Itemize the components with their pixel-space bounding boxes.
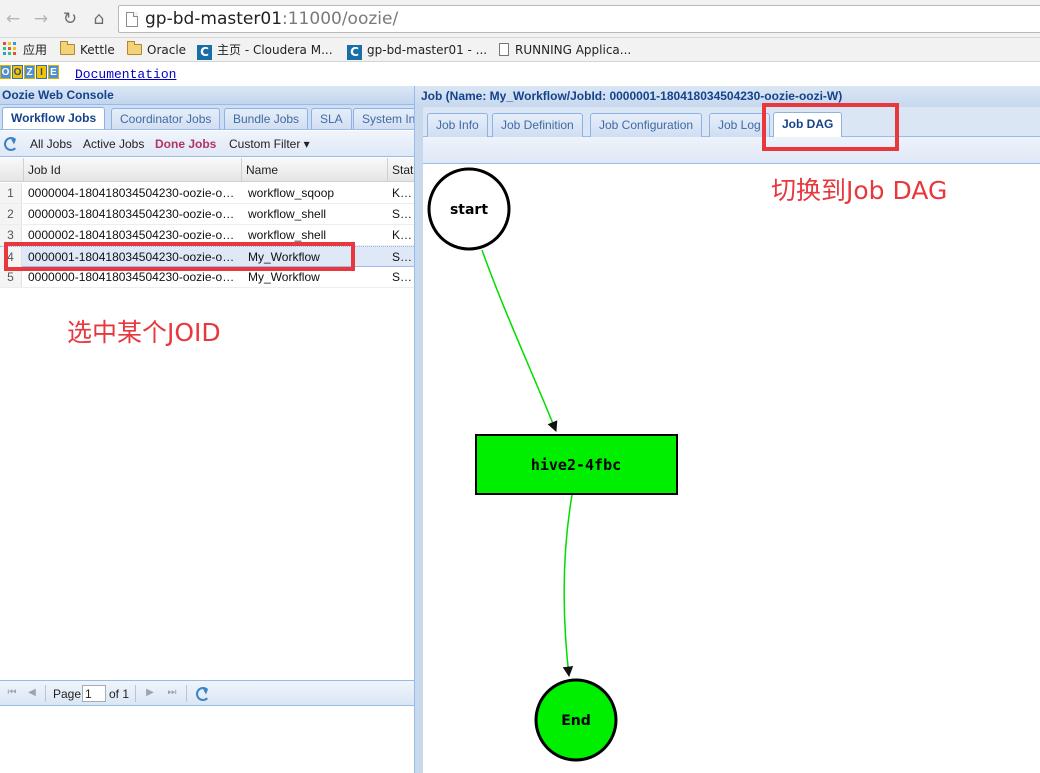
paging-toolbar: ⏮ ◀ Page of 1 ▶ ⏭	[0, 680, 414, 706]
apps-grid-icon	[3, 42, 17, 56]
dag-edge	[481, 249, 558, 432]
jobs-filter-toolbar: All Jobs Active Jobs Done Jobs Custom Fi…	[0, 131, 414, 157]
reload-icon[interactable]: ↻	[59, 8, 81, 30]
start-node-label: start	[450, 202, 488, 218]
page-label: Page	[53, 687, 82, 701]
all-jobs-button[interactable]: All Jobs	[30, 137, 72, 151]
table-row[interactable]: 2 0000003-180418034504230-oozie-oozi-W w…	[0, 204, 414, 225]
bookmark-cloudera-home[interactable]: C 主页 - Cloudera M...	[197, 41, 333, 60]
jobs-grid-header: Job Id Name Status	[0, 158, 414, 182]
bookmarks-bar: 应用 Kettle Oracle C 主页 - Cloudera M... Cgp…	[0, 38, 1040, 62]
last-page-icon[interactable]: ⏭	[165, 686, 179, 700]
job-id-cell: 0000003-180418034504230-oozie-oozi-W	[28, 207, 240, 221]
pager-separator	[45, 685, 46, 702]
status-column-header[interactable]: Status	[388, 158, 414, 182]
oozie-logo: O O Z I E	[0, 65, 60, 80]
page-count-label: of 1	[109, 687, 130, 701]
jobs-grid-body: 1 0000004-180418034504230-oozie-oozi-W w…	[0, 183, 414, 288]
tab-job-log[interactable]: Job Log	[709, 113, 770, 137]
bookmark-running-applications[interactable]: RUNNING Applica...	[499, 41, 631, 59]
refresh-icon[interactable]	[4, 137, 18, 151]
job-name-cell: workflow_shell	[248, 207, 327, 221]
tab-bundle-jobs[interactable]: Bundle Jobs	[224, 108, 309, 129]
first-page-icon[interactable]: ⏮	[5, 686, 19, 700]
browser-window: ← → ↻ ⌂ gp-bd-master01:11000/oozie/ 应用 K…	[0, 0, 1040, 773]
bookmark-kettle[interactable]: Kettle	[60, 41, 115, 59]
dag-edge	[562, 494, 574, 678]
pager-separator	[186, 685, 187, 702]
job-tab-toolbar	[423, 137, 1040, 164]
annotation-select-job: 选中某个JOID	[67, 318, 221, 347]
cloudera-icon: C	[347, 45, 362, 60]
bookmark-gp-bd-master01[interactable]: Cgp-bd-master01 - ...	[347, 41, 487, 60]
browser-toolbar: ← → ↻ ⌂ gp-bd-master01:11000/oozie/	[0, 0, 1040, 38]
dag-node-end[interactable]: End	[534, 678, 618, 762]
row-number: 2	[0, 204, 22, 224]
tab-system-info[interactable]: System Info	[353, 108, 414, 129]
tab-sla[interactable]: SLA	[311, 108, 352, 129]
back-arrow-icon[interactable]: ←	[2, 8, 24, 30]
end-node-label: End	[561, 713, 591, 729]
page-icon	[499, 43, 509, 56]
hive2-node-label: hive2-4fbc	[531, 456, 621, 474]
page-icon	[126, 12, 138, 27]
folder-icon	[127, 41, 142, 55]
job-id-cell: 0000004-180418034504230-oozie-oozi-W	[28, 186, 240, 200]
logo-letter: I	[36, 65, 47, 79]
logo-letter: E	[48, 65, 59, 79]
row-number-header	[0, 158, 24, 182]
tab-workflow-jobs[interactable]: Workflow Jobs	[2, 107, 106, 129]
oozie-web-console-panel: Oozie Web Console Workflow Jobs Coordina…	[0, 86, 414, 773]
job-dag-canvas: start hive2-4fbc End	[423, 164, 1040, 773]
logo-letter: O	[12, 65, 23, 79]
job-name-cell: workflow_sqoop	[248, 186, 335, 200]
bookmark-apps[interactable]: 应用	[3, 41, 47, 59]
dag-graph: start hive2-4fbc End	[427, 167, 678, 762]
pager-separator	[135, 685, 136, 702]
job-status-cell: KILLED	[392, 228, 414, 242]
next-page-icon[interactable]: ▶	[143, 686, 157, 700]
done-jobs-button[interactable]: Done Jobs	[155, 137, 216, 151]
tab-coordinator-jobs[interactable]: Coordinator Jobs	[111, 108, 221, 129]
home-icon[interactable]: ⌂	[88, 8, 110, 30]
bookmark-oracle[interactable]: Oracle	[127, 41, 186, 59]
prev-page-icon[interactable]: ◀	[25, 686, 39, 700]
dag-node-start[interactable]: start	[427, 167, 511, 251]
dag-node-hive2[interactable]: hive2-4fbc	[475, 434, 678, 495]
page-number-input[interactable]	[82, 685, 106, 702]
name-column-header[interactable]: Name	[242, 158, 388, 182]
documentation-link[interactable]: Documentation	[75, 67, 176, 82]
annotation-switch-dag: 切换到Job DAG	[771, 176, 948, 205]
forward-arrow-icon[interactable]: →	[30, 8, 52, 30]
address-bar[interactable]: gp-bd-master01:11000/oozie/	[118, 5, 1040, 33]
url-text: gp-bd-master01:11000/oozie/	[145, 9, 399, 29]
job-status-cell: SUCCEEDED	[392, 207, 414, 221]
job-status-cell: SUCCEEDED	[392, 270, 414, 284]
job-window-title[interactable]: Job (Name: My_Workflow/JobId: 0000001-18…	[415, 86, 1040, 107]
cloudera-icon: C	[197, 45, 212, 60]
table-row[interactable]: 1 0000004-180418034504230-oozie-oozi-W w…	[0, 183, 414, 204]
job-tabs: Job Info Job Definition Job Configuratio…	[423, 107, 1040, 137]
selection-highlight-box	[4, 242, 355, 271]
job-status-cell: KILLED	[392, 186, 414, 200]
logo-letter: O	[0, 65, 11, 79]
tab-job-configuration[interactable]: Job Configuration	[590, 113, 703, 137]
row-number: 1	[0, 183, 22, 203]
job-status-cell: SUCCEEDED	[392, 250, 414, 264]
folder-icon	[60, 41, 75, 55]
tab-highlight-box	[762, 103, 899, 151]
active-jobs-button[interactable]: Active Jobs	[83, 137, 144, 151]
console-title: Oozie Web Console	[0, 86, 414, 105]
refresh-icon[interactable]	[196, 687, 210, 701]
job-id-column-header[interactable]: Job Id	[24, 158, 242, 182]
console-tabs: Workflow Jobs Coordinator Jobs Bundle Jo…	[0, 105, 414, 130]
logo-letter: Z	[24, 65, 35, 79]
custom-filter-dropdown[interactable]: Custom Filter ▾	[229, 137, 310, 151]
tab-job-info[interactable]: Job Info	[427, 113, 488, 137]
tab-job-definition[interactable]: Job Definition	[492, 113, 583, 137]
